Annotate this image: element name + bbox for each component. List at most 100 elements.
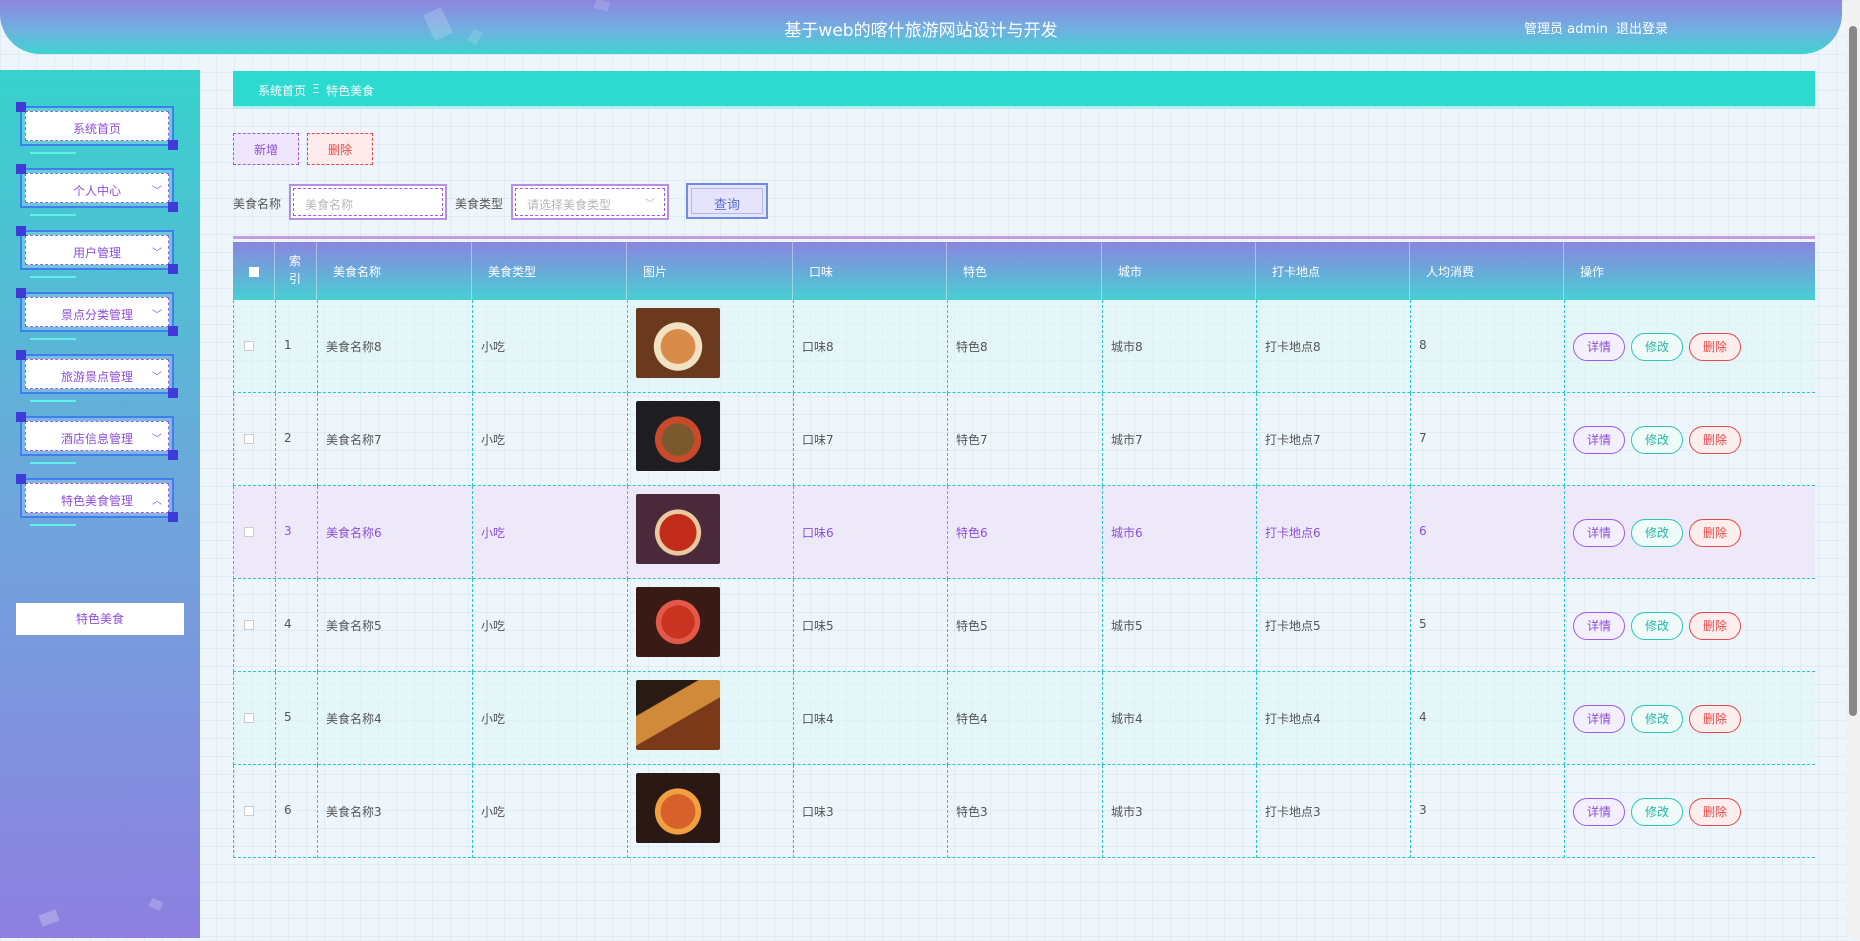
row-checkbox[interactable] bbox=[244, 806, 254, 816]
food-image[interactable] bbox=[636, 587, 720, 657]
name-search-input[interactable]: 美食名称 bbox=[289, 184, 447, 220]
column-header-feature: 特色 bbox=[947, 242, 1102, 300]
column-header-cost: 人均消费 bbox=[1410, 242, 1564, 300]
cell-spot-text: 打卡地点5 bbox=[1265, 619, 1321, 633]
select-all-checkbox[interactable] bbox=[249, 267, 259, 277]
food-image[interactable] bbox=[636, 494, 720, 564]
row-checkbox[interactable] bbox=[244, 527, 254, 537]
remove-button[interactable]: 删除 bbox=[1689, 612, 1741, 640]
cell-taste-text: 口味3 bbox=[802, 805, 834, 819]
cell-ops: 详情 修改 删除 bbox=[1564, 672, 1815, 765]
delete-button[interactable]: 删除 bbox=[307, 133, 373, 165]
remove-button[interactable]: 删除 bbox=[1689, 798, 1741, 826]
cell-index: 2 bbox=[275, 393, 317, 486]
cell-cost-text: 7 bbox=[1419, 431, 1427, 445]
type-select[interactable]: 请选择美食类型 ﹀ bbox=[511, 184, 669, 220]
cell-type: 小吃 bbox=[472, 393, 627, 486]
cell-taste-text: 口味4 bbox=[802, 712, 834, 726]
edit-button[interactable]: 修改 bbox=[1631, 798, 1683, 826]
detail-button[interactable]: 详情 bbox=[1573, 519, 1625, 547]
edit-button[interactable]: 修改 bbox=[1631, 519, 1683, 547]
logout-link[interactable]: 退出登录 bbox=[1616, 18, 1668, 37]
detail-button[interactable]: 详情 bbox=[1573, 333, 1625, 361]
cell-feature-text: 特色4 bbox=[956, 712, 988, 726]
sidebar-subitem-food[interactable]: 特色美食 bbox=[16, 603, 184, 635]
cell-cost: 3 bbox=[1410, 765, 1564, 858]
cell-image bbox=[627, 765, 793, 858]
cell-check bbox=[233, 486, 275, 579]
cell-taste-text: 口味7 bbox=[802, 433, 834, 447]
detail-button[interactable]: 详情 bbox=[1573, 705, 1625, 733]
edit-button[interactable]: 修改 bbox=[1631, 426, 1683, 454]
detail-button[interactable]: 详情 bbox=[1573, 426, 1625, 454]
breadcrumb-home[interactable]: 系统首页 bbox=[258, 82, 306, 99]
cell-name: 美食名称5 bbox=[317, 579, 472, 672]
cell-type-text: 小吃 bbox=[481, 712, 506, 726]
name-search-placeholder: 美食名称 bbox=[305, 198, 354, 212]
cell-cost-text: 6 bbox=[1419, 524, 1427, 538]
column-header-type: 美食类型 bbox=[472, 242, 627, 300]
page-scrollbar[interactable] bbox=[1846, 0, 1860, 938]
cell-taste-text: 口味6 bbox=[802, 526, 834, 540]
sidebar-item-spot-categories[interactable]: 景点分类管理 ﹀ bbox=[16, 288, 178, 340]
cell-taste: 口味4 bbox=[793, 672, 947, 765]
cell-taste: 口味6 bbox=[793, 486, 947, 579]
cell-spot-text: 打卡地点8 bbox=[1265, 340, 1321, 354]
detail-button[interactable]: 详情 bbox=[1573, 612, 1625, 640]
sidebar-item-food[interactable]: 特色美食管理 ︿ bbox=[16, 474, 178, 526]
sidebar-item-hotels[interactable]: 酒店信息管理 ﹀ bbox=[16, 412, 178, 464]
row-checkbox[interactable] bbox=[244, 713, 254, 723]
cell-cost-text: 8 bbox=[1419, 338, 1427, 352]
add-button[interactable]: 新增 bbox=[233, 133, 299, 165]
column-header-city: 城市 bbox=[1102, 242, 1256, 300]
table-row[interactable]: 2 美食名称7 小吃 口味7 特色7 城市7 打卡地点7 7 详情 修改 删除 bbox=[233, 393, 1815, 486]
chevron-down-icon: ﹀ bbox=[152, 434, 162, 445]
cell-ops: 详情 修改 删除 bbox=[1564, 300, 1815, 393]
cell-taste-text: 口味8 bbox=[802, 340, 834, 354]
table-row[interactable]: 6 美食名称3 小吃 口味3 特色3 城市3 打卡地点3 3 详情 修改 删除 bbox=[233, 765, 1815, 858]
scrollbar-thumb[interactable] bbox=[1849, 26, 1857, 716]
food-image[interactable] bbox=[636, 401, 720, 471]
row-checkbox[interactable] bbox=[244, 434, 254, 444]
row-checkbox[interactable] bbox=[244, 341, 254, 351]
cell-taste: 口味5 bbox=[793, 579, 947, 672]
sidebar-item-spots[interactable]: 旅游景点管理 ﹀ bbox=[16, 350, 178, 402]
cell-name-text: 美食名称5 bbox=[326, 619, 382, 633]
sidebar-item-profile[interactable]: 个人中心 ﹀ bbox=[16, 164, 178, 216]
cell-type: 小吃 bbox=[472, 765, 627, 858]
cell-type-text: 小吃 bbox=[481, 433, 506, 447]
cell-index: 5 bbox=[275, 672, 317, 765]
table-row[interactable]: 3 美食名称6 小吃 口味6 特色6 城市6 打卡地点6 6 详情 修改 删除 bbox=[233, 486, 1815, 579]
sidebar-item-label: 景点分类管理 bbox=[60, 308, 133, 322]
cell-index-text: 3 bbox=[284, 524, 292, 538]
detail-button[interactable]: 详情 bbox=[1573, 798, 1625, 826]
cell-city-text: 城市5 bbox=[1111, 619, 1143, 633]
edit-button[interactable]: 修改 bbox=[1631, 333, 1683, 361]
sidebar-item-users[interactable]: 用户管理 ﹀ bbox=[16, 226, 178, 278]
cell-type-text: 小吃 bbox=[481, 340, 506, 354]
chevron-down-icon: ﹀ bbox=[645, 199, 655, 210]
remove-button[interactable]: 删除 bbox=[1689, 426, 1741, 454]
sidebar-item-home[interactable]: 系统首页 bbox=[16, 102, 178, 154]
food-image[interactable] bbox=[636, 308, 720, 378]
cell-name-text: 美食名称3 bbox=[326, 805, 382, 819]
cell-spot-text: 打卡地点7 bbox=[1265, 433, 1321, 447]
table-row[interactable]: 1 美食名称8 小吃 口味8 特色8 城市8 打卡地点8 8 详情 修改 删除 bbox=[233, 300, 1815, 393]
sidebar-item-label: 系统首页 bbox=[72, 122, 121, 136]
food-image[interactable] bbox=[636, 680, 720, 750]
remove-button[interactable]: 删除 bbox=[1689, 333, 1741, 361]
edit-button[interactable]: 修改 bbox=[1631, 705, 1683, 733]
table-row[interactable]: 4 美食名称5 小吃 口味5 特色5 城市5 打卡地点5 5 详情 修改 删除 bbox=[233, 579, 1815, 672]
cell-city-text: 城市4 bbox=[1111, 712, 1143, 726]
query-button[interactable]: 查询 bbox=[686, 183, 768, 219]
remove-button[interactable]: 删除 bbox=[1689, 519, 1741, 547]
cell-cost: 5 bbox=[1410, 579, 1564, 672]
remove-button[interactable]: 删除 bbox=[1689, 705, 1741, 733]
food-image[interactable] bbox=[636, 773, 720, 843]
cell-spot: 打卡地点5 bbox=[1256, 579, 1410, 672]
row-checkbox[interactable] bbox=[244, 620, 254, 630]
cell-type: 小吃 bbox=[472, 300, 627, 393]
edit-button[interactable]: 修改 bbox=[1631, 612, 1683, 640]
column-header-image: 图片 bbox=[627, 242, 793, 300]
table-row[interactable]: 5 美食名称4 小吃 口味4 特色4 城市4 打卡地点4 4 详情 修改 删除 bbox=[233, 672, 1815, 765]
